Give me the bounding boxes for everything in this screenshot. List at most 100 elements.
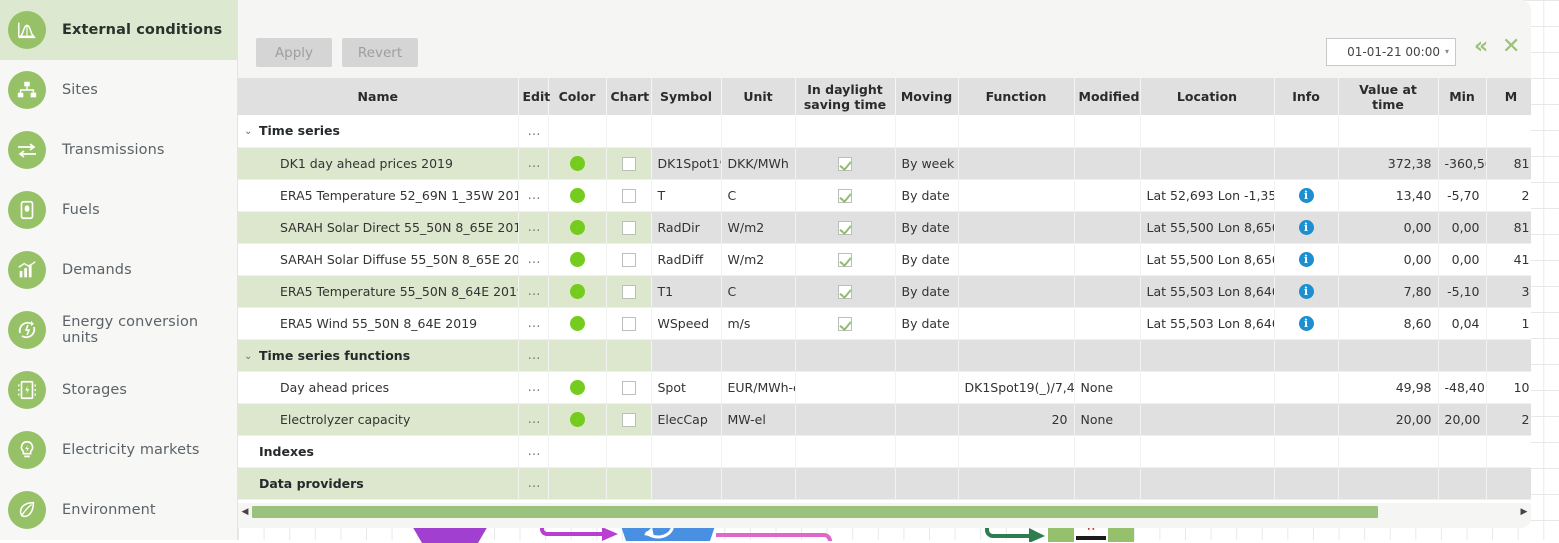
info-icon[interactable]: i [1298,220,1314,235]
row-unit-cell[interactable]: m/s [721,307,796,340]
row-moving-cell[interactable]: By date [895,179,959,212]
row-menu-icon[interactable]: … [528,476,542,491]
row-modified-cell[interactable] [1074,147,1141,180]
row-menu-icon[interactable]: … [528,252,542,267]
chart-checkbox[interactable] [621,316,636,331]
daylight-saving-checkbox[interactable] [838,284,852,299]
row-name-cell[interactable]: ERA5 Temperature 52_69N 1_35W 2017 [238,179,519,212]
row-value-cell[interactable]: 49,98 [1338,371,1439,404]
row-dst-cell[interactable] [795,211,896,244]
row-value-cell[interactable]: 13,40 [1338,179,1439,212]
row-color-cell[interactable] [548,147,607,180]
row-name-cell[interactable]: DK1 day ahead prices 2019 [238,147,519,180]
row-menu-icon[interactable]: … [528,284,542,299]
row-menu-icon[interactable]: … [528,412,542,427]
row-menu-icon[interactable]: … [528,188,542,203]
group-name-cell[interactable]: Data providers [238,467,519,500]
row-value-cell[interactable]: 8,60 [1338,307,1439,340]
column-header-edit[interactable]: Edit [518,78,550,115]
row-chart-cell[interactable] [606,211,652,244]
row-location-cell[interactable] [1140,403,1275,436]
column-header-unit[interactable]: Unit [721,78,796,115]
scroll-right-arrow[interactable]: ▶ [1517,507,1531,517]
row-symbol-cell[interactable]: WSpeed [651,307,722,340]
row-moving-cell[interactable]: By week [895,147,959,180]
table-row[interactable]: ERA5 Temperature 55_50N 8_64E 2019 … T1 C By… [238,275,1531,308]
row-min-cell[interactable]: 0,04 [1438,307,1487,340]
row-edit-cell[interactable]: … [518,371,549,404]
row-info-cell[interactable]: i [1274,179,1339,212]
sidebar-item-storages[interactable]: Storages [0,360,237,420]
row-dst-cell[interactable] [795,371,896,404]
row-function-cell[interactable]: 20 [958,403,1075,436]
row-name-cell[interactable]: ERA5 Temperature 55_50N 8_64E 2019 [238,275,519,308]
row-info-cell[interactable]: i [1274,275,1339,308]
table-group-row[interactable]: Indexes… [238,435,1531,468]
row-edit-cell[interactable]: … [518,179,549,212]
group-name-cell[interactable]: ⌄ Time series [238,115,519,148]
row-menu-icon[interactable]: … [528,156,542,171]
row-name-cell[interactable]: Day ahead prices [238,371,519,404]
row-max-cell[interactable]: 2 [1486,179,1531,212]
row-symbol-cell[interactable]: ElecCap [651,403,722,436]
row-value-cell[interactable]: 0,00 [1338,243,1439,276]
sidebar-item-electricity-markets[interactable]: Electricity markets [0,420,237,480]
row-chart-cell[interactable] [606,371,652,404]
row-unit-cell[interactable]: DKK/MWh [721,147,796,180]
table-group-row[interactable]: ⌄ Time series functions… [238,339,1531,372]
row-unit-cell[interactable]: W/m2 [721,211,796,244]
row-edit-cell[interactable]: … [518,147,549,180]
row-moving-cell[interactable]: By date [895,211,959,244]
row-color-cell[interactable] [548,307,607,340]
row-max-cell[interactable]: 41 [1486,243,1531,276]
sidebar-item-transmissions[interactable]: Transmissions [0,120,237,180]
row-function-cell[interactable]: DK1Spot19(_)/7,45 [958,371,1075,404]
scrollbar-thumb[interactable] [252,506,1378,518]
row-function-cell[interactable] [958,211,1075,244]
row-function-cell[interactable] [958,243,1075,276]
chart-checkbox[interactable] [621,412,636,427]
info-icon[interactable]: i [1298,284,1314,299]
row-min-cell[interactable]: -48,40 [1438,371,1487,404]
row-chart-cell[interactable] [606,243,652,276]
scrollbar-track[interactable] [252,506,1517,518]
table-row[interactable]: SARAH Solar Direct 55_50N 8_65E 2019 … Rad… [238,211,1531,244]
sidebar-item-external-conditions[interactable]: External conditions [0,0,237,60]
sidebar-item-demands[interactable]: Demands [0,240,237,300]
row-min-cell[interactable]: 20,00 [1438,403,1487,436]
row-dst-cell[interactable] [795,403,896,436]
color-swatch-icon[interactable] [569,412,585,427]
row-moving-cell[interactable] [895,403,959,436]
row-chart-cell[interactable] [606,307,652,340]
row-min-cell[interactable]: 0,00 [1438,211,1487,244]
table-row[interactable]: ERA5 Wind 55_50N 8_64E 2019 … WSpeed m/s By … [238,307,1531,340]
row-location-cell[interactable]: Lat 55,503 Lon 8,640 [1140,275,1275,308]
column-header-dst[interactable]: In daylight saving time [795,78,896,115]
chart-checkbox[interactable] [621,284,636,299]
row-moving-cell[interactable]: By date [895,307,959,340]
row-modified-cell[interactable] [1074,179,1141,212]
row-modified-cell[interactable] [1074,307,1141,340]
group-edit-cell[interactable]: … [518,435,549,468]
row-location-cell[interactable]: Lat 52,693 Lon -1,350 [1140,179,1275,212]
color-swatch-icon[interactable] [569,316,585,331]
chevron-down-icon[interactable]: ⌄ [244,126,256,137]
sidebar-item-fuels[interactable]: Fuels [0,180,237,240]
row-info-cell[interactable] [1274,371,1339,404]
row-function-cell[interactable] [958,147,1075,180]
row-menu-icon[interactable]: … [528,124,542,139]
row-info-cell[interactable] [1274,147,1339,180]
row-chart-cell[interactable] [606,179,652,212]
row-name-cell[interactable]: ERA5 Wind 55_50N 8_64E 2019 [238,307,519,340]
table-row[interactable]: ERA5 Temperature 52_69N 1_35W 2017 … T C By … [238,179,1531,212]
row-value-cell[interactable]: 0,00 [1338,211,1439,244]
row-unit-cell[interactable]: W/m2 [721,243,796,276]
data-grid-scroll-area[interactable]: Name Edit Color Chart Symbol Unit In day… [238,78,1531,503]
table-group-row[interactable]: ⌄ Time series … [238,115,1531,148]
row-symbol-cell[interactable]: RadDir [651,211,722,244]
chart-checkbox[interactable] [621,156,636,171]
daylight-saving-checkbox[interactable] [838,156,852,171]
column-header-chart[interactable]: Chart [606,78,652,115]
row-max-cell[interactable]: 81 [1486,211,1531,244]
column-header-symbol[interactable]: Symbol [651,78,722,115]
